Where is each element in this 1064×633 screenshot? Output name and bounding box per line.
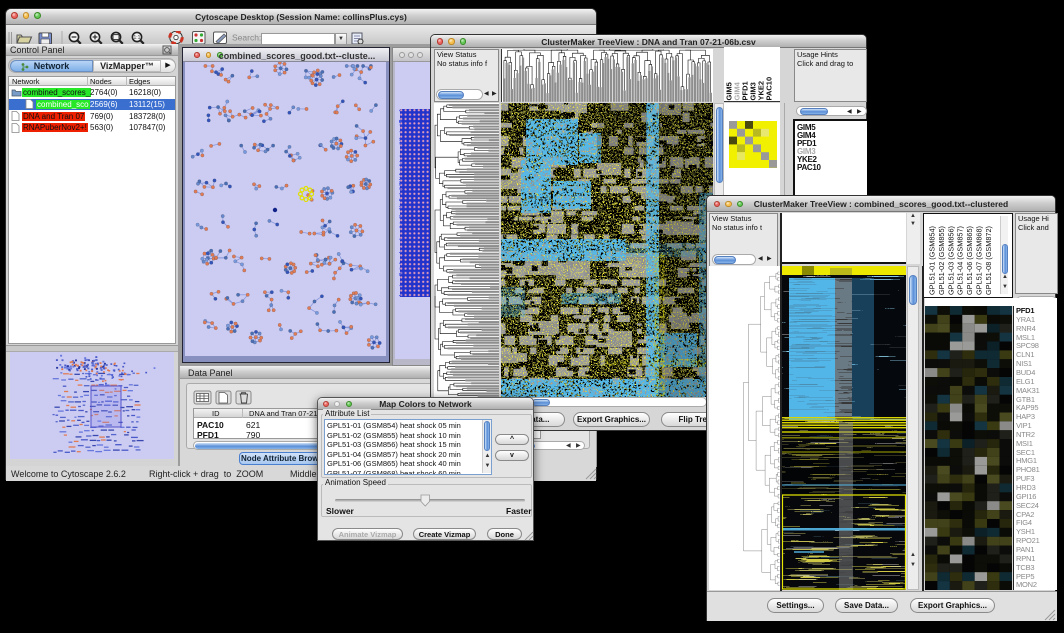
svg-text:GPL51-04 (GSM857): GPL51-04 (GSM857) [956,226,965,295]
svg-text:GPL51-02 (GSM855): GPL51-02 (GSM855) [937,226,946,295]
svg-text:GPL51-06 (GSM865): GPL51-06 (GSM865) [965,226,974,295]
svg-text:1:1: 1:1 [134,35,141,41]
svg-text:Search:: Search: [232,33,261,43]
svg-text:GPL51-01 (GSM854): GPL51-01 (GSM854) [928,226,937,295]
svg-text:GPL51-08 (GSM872): GPL51-08 (GSM872) [984,226,993,295]
svg-text:GPL51-07 (GSM868): GPL51-07 (GSM868) [975,226,984,295]
svg-text:GPL51-03 (GSM856): GPL51-03 (GSM856) [946,226,955,295]
